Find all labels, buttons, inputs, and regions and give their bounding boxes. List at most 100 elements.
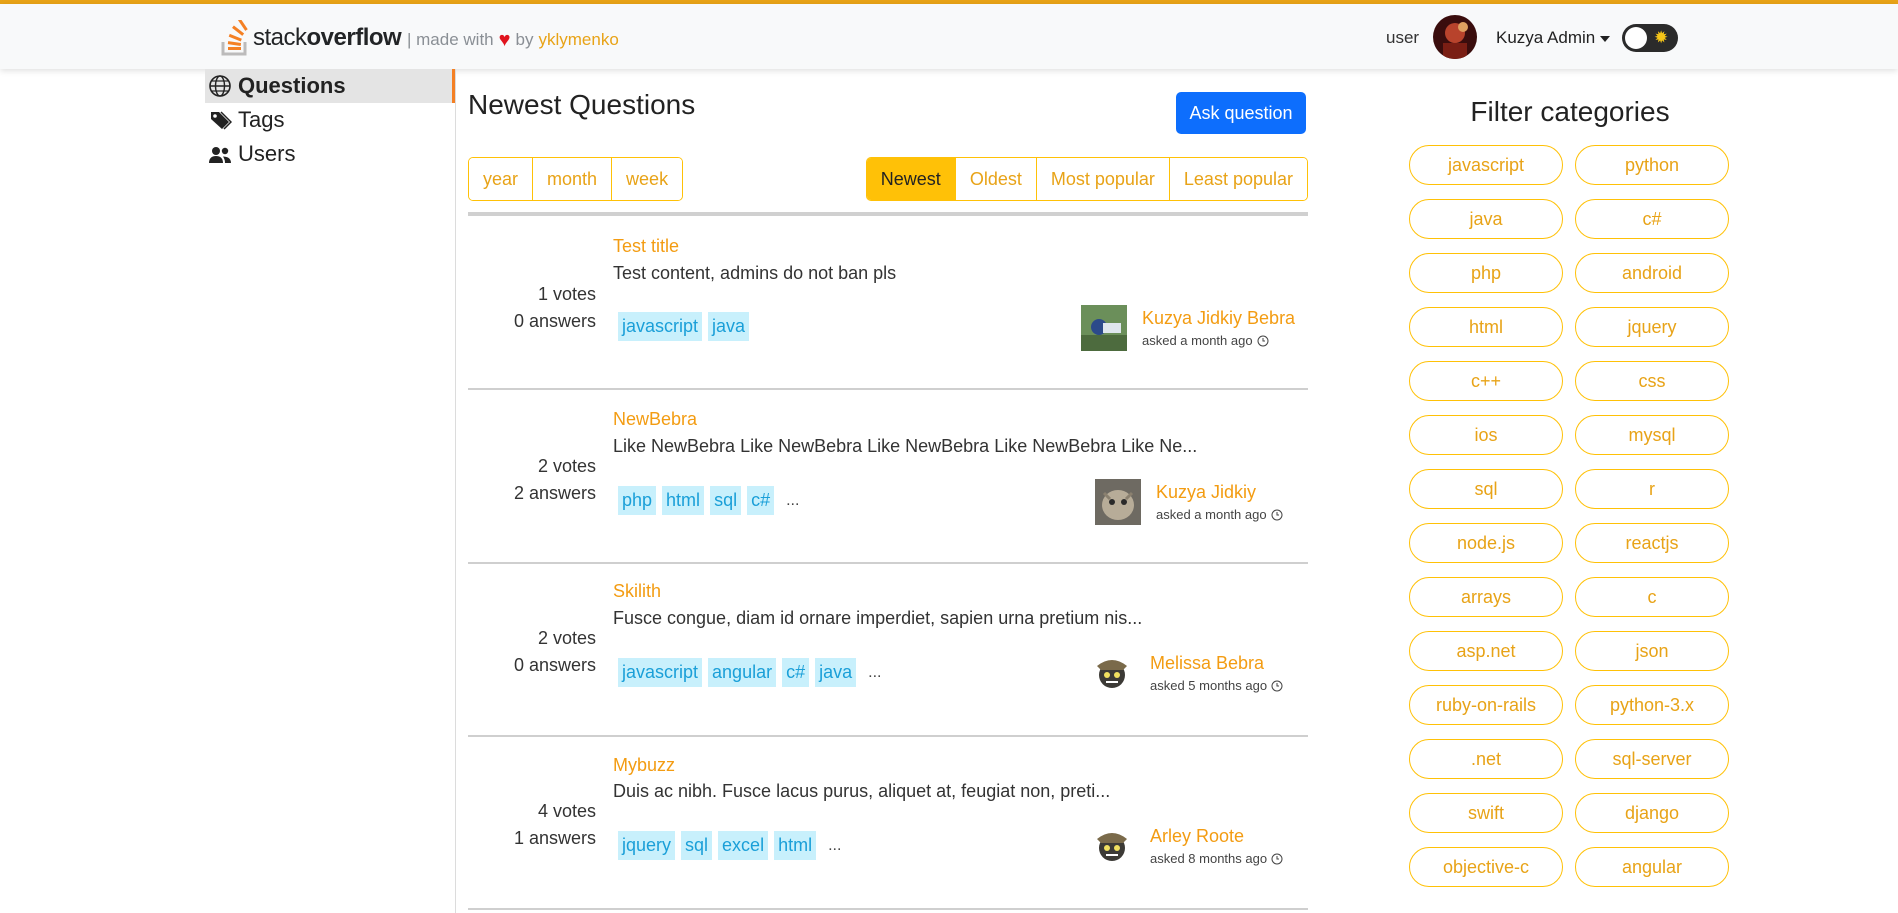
tags-icon <box>211 111 232 130</box>
stackoverflow-logo-icon <box>221 20 248 56</box>
category-button[interactable]: python <box>1575 145 1729 185</box>
question-excerpt: Like NewBebra Like NewBebra Like NewBebr… <box>613 436 1198 456</box>
category-button[interactable]: reactjs <box>1575 523 1729 563</box>
avatar-image <box>1433 15 1477 59</box>
author-name[interactable]: Kuzya Jidkiy Bebra <box>1142 308 1295 329</box>
sidebar-item-users[interactable]: Users <box>205 137 453 171</box>
question-title[interactable]: NewBebra <box>613 409 697 430</box>
tag[interactable]: c# <box>782 658 810 687</box>
theme-toggle[interactable]: ✹ <box>1622 24 1678 52</box>
sort-oldest-button[interactable]: Oldest <box>955 158 1037 200</box>
question-stats: 1 votes 0 answers <box>446 281 596 335</box>
category-button[interactable]: mysql <box>1575 415 1729 455</box>
sort-filter-group: Newest Oldest Most popular Least popular <box>865 157 1308 201</box>
filter-year-button[interactable]: year <box>469 158 534 200</box>
tag[interactable]: java <box>815 658 857 687</box>
category-button[interactable]: arrays <box>1409 577 1563 617</box>
avatar[interactable] <box>1433 15 1477 59</box>
category-button[interactable]: android <box>1575 253 1729 293</box>
category-button[interactable]: php <box>1409 253 1563 293</box>
question-title[interactable]: Mybuzz <box>613 755 675 776</box>
tag[interactable]: c# <box>747 486 775 515</box>
user-menu-toggle[interactable]: Kuzya Admin <box>1496 28 1611 48</box>
ask-question-button[interactable]: Ask question <box>1176 92 1306 134</box>
sort-newest-button[interactable]: Newest <box>866 158 956 200</box>
vote-count: 4 votes <box>537 801 596 821</box>
more-tags-ellipsis: ... <box>868 663 882 681</box>
globe-icon <box>209 75 231 97</box>
category-button[interactable]: swift <box>1409 793 1563 833</box>
author-avatar[interactable] <box>1095 479 1141 525</box>
sidebar-item-questions[interactable]: Questions <box>205 69 455 103</box>
category-button[interactable]: django <box>1575 793 1729 833</box>
category-button[interactable]: objective-c <box>1409 847 1563 887</box>
category-button[interactable]: python-3.x <box>1575 685 1729 725</box>
category-button[interactable]: html <box>1409 307 1563 347</box>
tag[interactable]: jquery <box>618 831 676 860</box>
author-name[interactable]: Kuzya Jidkiy <box>1156 482 1283 503</box>
vote-count: 2 votes <box>537 628 596 648</box>
category-button[interactable]: javascript <box>1409 145 1563 185</box>
category-button[interactable]: java <box>1409 199 1563 239</box>
question-item: 2 votes 2 answers NewBebra Like NewBebra… <box>468 390 1308 564</box>
sidebar-item-label: Questions <box>238 73 346 98</box>
filter-title: Filter categories <box>1470 96 1670 127</box>
category-button[interactable]: json <box>1575 631 1729 671</box>
author-avatar[interactable] <box>1089 650 1135 696</box>
sidebar: Questions Tags Users <box>205 69 456 913</box>
tag[interactable]: javascript <box>618 658 703 687</box>
tag[interactable]: javascript <box>618 312 703 341</box>
sun-icon: ✹ <box>1654 28 1669 47</box>
question-item: 1 votes 0 answers Test title Test conten… <box>468 216 1308 390</box>
author-name[interactable]: Melissa Bebra <box>1150 653 1283 674</box>
author-link[interactable]: yklymenko <box>538 30 618 50</box>
filter-week-button[interactable]: week <box>612 158 683 200</box>
sort-most-popular-button[interactable]: Most popular <box>1036 158 1170 200</box>
vote-count: 1 votes <box>537 284 596 304</box>
tag[interactable]: html <box>662 486 705 515</box>
tag[interactable]: sql <box>710 486 742 515</box>
tag[interactable]: java <box>708 312 750 341</box>
sidebar-item-label: Tags <box>238 107 285 132</box>
category-button[interactable]: jquery <box>1575 307 1729 347</box>
filter-month-button[interactable]: month <box>533 158 613 200</box>
more-tags-ellipsis: ... <box>786 491 800 509</box>
category-button[interactable]: r <box>1575 469 1729 509</box>
category-button[interactable]: angular <box>1575 847 1729 887</box>
category-button[interactable]: sql <box>1409 469 1563 509</box>
asked-time: asked a month ago <box>1142 333 1295 348</box>
question-tags: javascript java <box>618 312 750 341</box>
category-button[interactable]: ruby-on-rails <box>1409 685 1563 725</box>
tag[interactable]: php <box>618 486 657 515</box>
category-button[interactable]: css <box>1575 361 1729 401</box>
logo[interactable]: stackoverflow <box>220 20 402 56</box>
sidebar-item-label: Users <box>238 141 296 166</box>
heart-icon: ♥ <box>498 29 511 51</box>
question-title[interactable]: Skilith <box>613 581 661 602</box>
category-button[interactable]: c <box>1575 577 1729 617</box>
tag[interactable]: sql <box>681 831 713 860</box>
question-excerpt: Fusce congue, diam id ornare imperdiet, … <box>613 608 1143 628</box>
tag[interactable]: angular <box>708 658 777 687</box>
category-button[interactable]: c++ <box>1409 361 1563 401</box>
sidebar-item-tags[interactable]: Tags <box>205 103 453 137</box>
answer-count: 2 answers <box>513 483 596 503</box>
clock-icon <box>1271 509 1283 520</box>
tag[interactable]: html <box>774 831 817 860</box>
category-button[interactable]: .net <box>1409 739 1563 779</box>
asked-time-label: asked a month ago <box>1142 333 1253 348</box>
category-button[interactable]: sql-server <box>1575 739 1729 779</box>
category-button[interactable]: ios <box>1409 415 1563 455</box>
question-title[interactable]: Test title <box>613 236 679 257</box>
asked-time-label: asked a month ago <box>1156 507 1267 522</box>
clock-icon <box>1271 853 1283 864</box>
category-button[interactable]: asp.net <box>1409 631 1563 671</box>
more-tags-ellipsis: ... <box>828 836 842 854</box>
author-avatar[interactable] <box>1089 823 1135 869</box>
category-button[interactable]: node.js <box>1409 523 1563 563</box>
author-avatar[interactable] <box>1081 305 1127 351</box>
category-button[interactable]: c# <box>1575 199 1729 239</box>
sort-least-popular-button[interactable]: Least popular <box>1169 158 1307 200</box>
author-name[interactable]: Arley Roote <box>1150 826 1283 847</box>
tag[interactable]: excel <box>718 831 769 860</box>
